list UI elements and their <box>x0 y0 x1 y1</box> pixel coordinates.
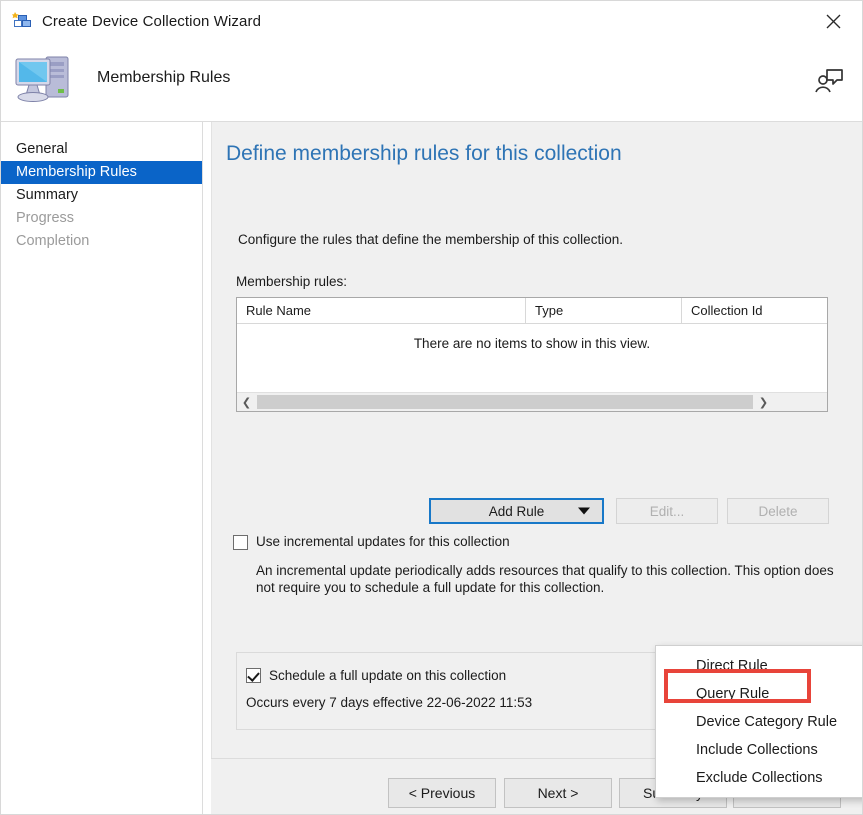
page-title: Membership Rules <box>97 69 231 86</box>
schedule-full-update-label: Schedule a full update on this collectio… <box>269 667 507 683</box>
schedule-full-update-row[interactable]: Schedule a full update on this collectio… <box>246 667 506 683</box>
help-feedback-icon[interactable] <box>814 67 844 95</box>
menu-item-device-category-rule[interactable]: Device Category Rule <box>656 708 862 736</box>
sidebar-item-progress: Progress <box>16 210 75 226</box>
computer-icon <box>13 49 79 111</box>
column-header-rule-name[interactable]: Rule Name <box>237 298 526 323</box>
schedule-occurrence-text: Occurs every 7 days effective 22-06-2022… <box>246 695 533 710</box>
menu-item-direct-rule[interactable]: Direct Rule <box>656 652 862 680</box>
scrollbar-thumb[interactable] <box>257 395 753 409</box>
content-heading: Define membership rules for this collect… <box>226 142 622 165</box>
column-header-type[interactable]: Type <box>526 298 682 323</box>
sidebar-item-summary[interactable]: Summary <box>1 184 202 207</box>
delete-button: Delete <box>727 498 829 524</box>
wizard-header: Membership Rules <box>1 41 862 121</box>
collection-wizard-icon <box>12 11 34 31</box>
add-rule-dropdown-menu[interactable]: Direct Rule Query Rule Device Category R… <box>655 645 862 798</box>
chevron-down-icon[interactable] <box>578 507 590 515</box>
listview-empty-message: There are no items to show in this view. <box>413 336 651 351</box>
menu-item-exclude-collections[interactable]: Exclude Collections <box>656 764 862 792</box>
wizard-steps-sidebar: General Membership Rules Summary Progres… <box>1 122 203 814</box>
membership-rules-listview[interactable]: Rule Name Type Collection Id There are n… <box>236 297 828 412</box>
menu-item-include-collections[interactable]: Include Collections <box>656 736 862 764</box>
create-device-collection-wizard-window: Create Device Collection Wizard Membersh… <box>0 0 863 815</box>
next-button[interactable]: Next > <box>504 778 612 808</box>
membership-rules-label: Membership rules: <box>236 274 348 289</box>
menu-item-query-rule[interactable]: Query Rule <box>656 680 862 708</box>
edit-button: Edit... <box>616 498 718 524</box>
incremental-updates-label: Use incremental updates for this collect… <box>256 534 510 549</box>
sidebar-item-membership-rules[interactable]: Membership Rules <box>1 161 202 184</box>
listview-header: Rule Name Type Collection Id <box>237 298 827 324</box>
sidebar-item-general[interactable]: General <box>1 138 202 161</box>
incremental-updates-row[interactable]: Use incremental updates for this collect… <box>233 534 510 550</box>
schedule-full-update-checkbox[interactable] <box>246 668 261 683</box>
chevron-left-icon[interactable]: ❮ <box>237 393 256 411</box>
incremental-updates-description: An incremental update periodically adds … <box>256 563 834 595</box>
window-title: Create Device Collection Wizard <box>42 12 262 30</box>
add-rule-button[interactable]: Add Rule <box>429 498 604 524</box>
wizard-body: General Membership Rules Summary Progres… <box>1 121 862 814</box>
title-bar: Create Device Collection Wizard <box>1 1 862 41</box>
close-icon[interactable] <box>816 7 850 35</box>
column-header-collection-id[interactable]: Collection Id <box>682 298 827 323</box>
previous-button[interactable]: < Previous <box>388 778 496 808</box>
configure-description: Configure the rules that define the memb… <box>238 232 623 247</box>
content-panel: Define membership rules for this collect… <box>211 122 862 814</box>
sidebar-item-completion: Completion <box>16 233 90 249</box>
add-rule-label: Add Rule <box>488 503 545 519</box>
horizontal-scrollbar[interactable]: ❮ ❯ <box>237 392 827 411</box>
incremental-updates-checkbox[interactable] <box>233 535 248 550</box>
chevron-right-icon[interactable]: ❯ <box>754 393 773 411</box>
